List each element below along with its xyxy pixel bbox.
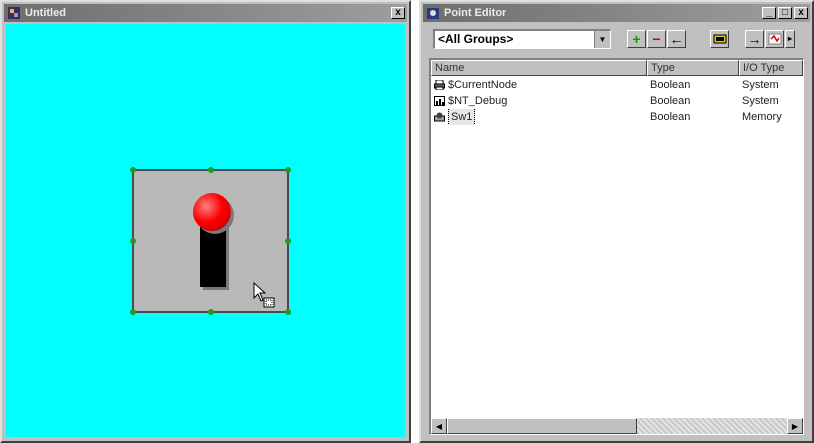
selection-handle-bottom-left[interactable] — [130, 309, 136, 315]
point-editor-title: Point Editor — [444, 7, 507, 19]
row-type: Boolean — [650, 79, 691, 91]
drawing-canvas[interactable] — [6, 24, 405, 437]
row-name: $CurrentNode — [448, 79, 518, 91]
scroll-left-icon[interactable]: ◀ — [431, 418, 447, 434]
tag-button[interactable] — [710, 30, 729, 48]
untitled-close-button[interactable]: x — [391, 7, 405, 19]
column-header-io-type[interactable]: I/O Type — [739, 60, 803, 76]
point-editor-toolbar: <All Groups> ▼ + − ← → ▸ — [425, 24, 808, 56]
point-editor-window: Point Editor _ □ x <All Groups> ▼ + − ← … — [419, 0, 814, 443]
drag-copy-cursor-icon — [253, 281, 277, 315]
selection-handle-bottom-right[interactable] — [285, 309, 291, 315]
selection-handle-top-right[interactable] — [285, 167, 291, 173]
row-type: Boolean — [650, 95, 691, 107]
table-row[interactable]: $CurrentNode Boolean System — [431, 77, 803, 93]
row-io-type: Memory — [742, 111, 782, 123]
minimize-button[interactable]: _ — [762, 7, 776, 19]
tag-icon — [713, 34, 726, 44]
point-editor-app-icon — [426, 6, 440, 20]
selection-handle-bottom[interactable] — [208, 309, 214, 315]
toolbar-overflow-button[interactable]: ▸ — [785, 30, 795, 48]
lever-knob — [193, 193, 231, 231]
untitled-title: Untitled — [25, 7, 66, 19]
remove-point-button[interactable]: − — [647, 30, 666, 48]
printer-icon — [434, 80, 445, 90]
row-name: $NT_Debug — [448, 95, 508, 107]
group-select-value: <All Groups> — [438, 32, 514, 46]
row-name: Sw1 — [448, 109, 476, 125]
row-name-cell: $CurrentNode — [431, 77, 647, 93]
untitled-titlebar[interactable]: Untitled x — [4, 4, 407, 22]
selection-handle-top[interactable] — [208, 167, 214, 173]
close-button[interactable]: x — [794, 7, 808, 19]
points-list[interactable]: Name Type I/O Type $CurrentNode Boolean … — [429, 58, 804, 435]
selection-handle-right[interactable] — [285, 238, 291, 244]
selection-handle-left[interactable] — [130, 238, 136, 244]
document-app-icon — [7, 6, 21, 20]
column-header-name[interactable]: Name — [431, 60, 647, 76]
maximize-button[interactable]: □ — [778, 7, 792, 19]
row-name-cell: Sw1 — [431, 109, 647, 125]
group-select[interactable]: <All Groups> ▼ — [433, 29, 611, 49]
row-type: Boolean — [650, 111, 691, 123]
scroll-right-icon[interactable]: ▶ — [787, 418, 803, 434]
list-header: Name Type I/O Type — [431, 60, 803, 76]
back-arrow-button[interactable]: ← — [667, 30, 686, 48]
selection-handle-top-left[interactable] — [130, 167, 136, 173]
horizontal-scrollbar[interactable]: ◀ ▶ — [431, 418, 803, 434]
properties-icon — [768, 33, 781, 45]
forward-arrow-button[interactable]: → — [745, 30, 764, 48]
table-row[interactable]: $NT_Debug Boolean System — [431, 93, 803, 109]
point-editor-titlebar[interactable]: Point Editor _ □ x — [423, 4, 810, 22]
properties-button[interactable] — [765, 30, 784, 48]
row-io-type: System — [742, 95, 779, 107]
table-row[interactable]: Sw1 Boolean Memory — [431, 109, 803, 125]
untitled-window: Untitled x — [0, 0, 411, 443]
switch-point-icon — [434, 112, 445, 122]
dropdown-arrow-icon[interactable]: ▼ — [594, 31, 610, 48]
add-point-button[interactable]: + — [627, 30, 646, 48]
chart-icon — [434, 96, 445, 106]
column-header-type[interactable]: Type — [647, 60, 739, 76]
row-name-cell: $NT_Debug — [431, 93, 647, 109]
row-io-type: System — [742, 79, 779, 91]
scrollbar-thumb[interactable] — [447, 418, 637, 434]
